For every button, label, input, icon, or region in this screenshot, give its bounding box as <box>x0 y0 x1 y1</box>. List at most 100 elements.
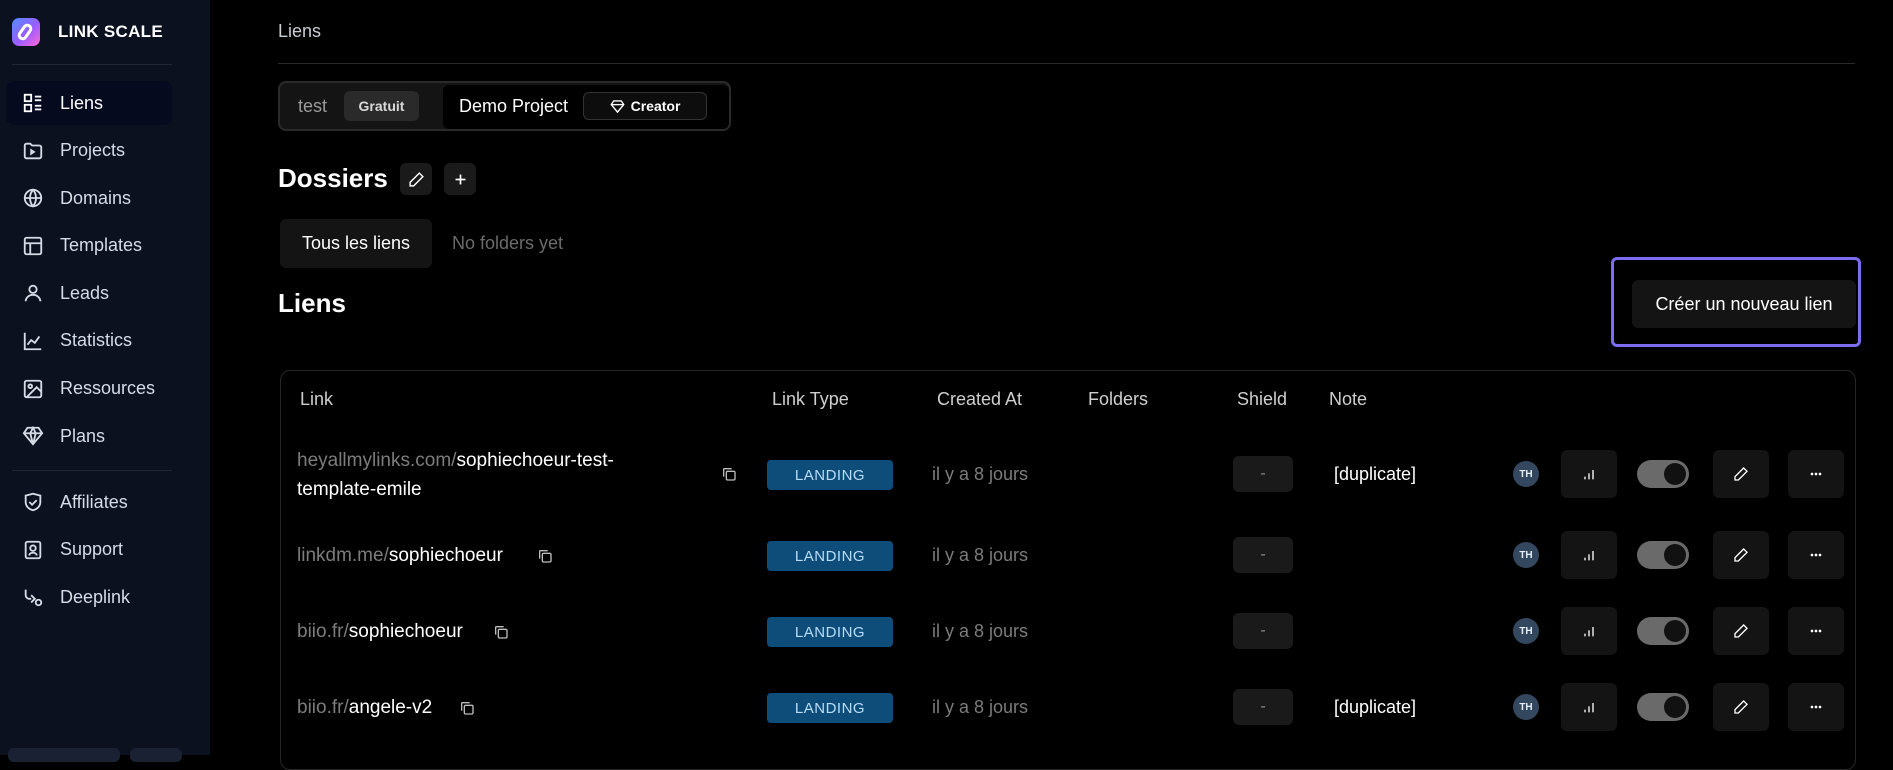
link-type-badge: LANDING <box>767 460 893 490</box>
tab-all-links[interactable]: Tous les liens <box>280 219 432 268</box>
diamond-icon <box>22 425 44 446</box>
avatar: TH <box>1513 542 1539 568</box>
shield-value: - <box>1233 613 1293 649</box>
sidebar-item-domains[interactable]: Domains <box>6 176 172 220</box>
sidebar-item-label: Liens <box>60 92 104 113</box>
project-demo[interactable]: Demo Project Creator <box>443 85 729 129</box>
link-url[interactable]: linkdm.me/sophiechoeur <box>297 541 503 570</box>
link-domain: heyallmylinks.com/ <box>297 450 457 471</box>
link-type-badge: LANDING <box>767 541 893 571</box>
sidebar-item-label: Projects <box>60 140 126 161</box>
project-switcher: test Gratuit Demo Project Creator <box>278 81 731 131</box>
sidebar-item-label: Templates <box>60 235 143 256</box>
header-divider <box>278 63 1855 64</box>
shield-value: - <box>1233 689 1293 725</box>
project-test[interactable]: test <box>298 96 327 117</box>
edit-link-button[interactable] <box>1713 607 1769 655</box>
copy-icon[interactable] <box>459 700 475 716</box>
column-header-link-type: Link Type <box>772 389 849 409</box>
active-toggle[interactable] <box>1637 460 1689 488</box>
sidebar-item-leads[interactable]: Leads <box>6 271 172 315</box>
table-row[interactable]: biio.fr/sophiechoeur LANDING il y a 8 jo… <box>281 593 1855 669</box>
avatar: TH <box>1513 461 1539 487</box>
add-folder-button[interactable] <box>444 163 476 195</box>
pencil-icon <box>408 171 424 187</box>
link-url[interactable]: biio.fr/sophiechoeur <box>297 617 463 646</box>
column-header-created-at: Created At <box>937 389 1023 409</box>
pencil-icon <box>1734 548 1748 562</box>
toggle-knob <box>1664 696 1686 718</box>
sidebar-item-label: Plans <box>60 425 106 446</box>
active-toggle[interactable] <box>1637 541 1689 569</box>
diamond-icon <box>609 99 625 113</box>
more-options-button[interactable] <box>1788 683 1844 731</box>
created-at: il y a 8 jours <box>932 697 1029 717</box>
sidebar-item-label: Domains <box>60 187 132 208</box>
note-text: [duplicate] <box>1334 464 1417 484</box>
shield-value: - <box>1233 456 1293 492</box>
sidebar-item-plans[interactable]: Plans <box>6 414 172 458</box>
toggle-knob <box>1664 544 1686 566</box>
sidebar-item-label: Leads <box>60 282 110 303</box>
bar-chart-icon <box>1584 703 1594 713</box>
no-folders-text: No folders yet <box>452 233 564 253</box>
created-at: il y a 8 jours <box>932 621 1029 641</box>
table-row[interactable]: heyallmylinks.com/sophiechoeur-test- tem… <box>281 436 1855 512</box>
toggle-knob <box>1664 463 1686 485</box>
image-icon <box>23 379 43 398</box>
pencil-icon <box>1734 624 1748 638</box>
link-domain: linkdm.me/ <box>297 545 389 566</box>
more-dots-icon <box>1810 472 1822 476</box>
stats-button[interactable] <box>1561 607 1617 655</box>
edit-link-button[interactable] <box>1713 683 1769 731</box>
link-path: sophiechoeur-test- <box>456 450 614 471</box>
copy-icon[interactable] <box>721 466 737 482</box>
breadcrumb: Liens <box>278 21 322 41</box>
sidebar-item-support[interactable]: Support <box>6 528 172 572</box>
column-header-folders: Folders <box>1088 389 1149 409</box>
edit-link-button[interactable] <box>1713 531 1769 579</box>
bar-chart-icon <box>1584 470 1594 480</box>
more-options-button[interactable] <box>1788 450 1844 498</box>
more-options-button[interactable] <box>1788 607 1844 655</box>
sidebar-item-deeplink[interactable]: Deeplink <box>6 575 172 619</box>
project-demo-name: Demo Project <box>459 96 569 116</box>
sidebar-item-ressources[interactable]: Ressources <box>6 367 172 411</box>
avatar: TH <box>1513 618 1539 644</box>
more-options-button[interactable] <box>1788 531 1844 579</box>
sidebar-divider <box>12 64 172 65</box>
copy-icon[interactable] <box>493 624 509 640</box>
brand-logo-icon <box>12 18 40 46</box>
bar-chart-icon <box>1584 627 1594 637</box>
edit-folders-button[interactable] <box>400 163 432 195</box>
sidebar-item-label: Support <box>60 539 124 560</box>
sidebar-item-statistics[interactable]: Statistics <box>6 319 172 363</box>
plus-icon <box>455 174 465 184</box>
stats-button[interactable] <box>1561 450 1617 498</box>
sidebar-item-projects[interactable]: Projects <box>6 129 172 173</box>
column-header-shield: Shield <box>1237 389 1288 409</box>
link-url[interactable]: biio.fr/angele-v2 <box>297 693 432 722</box>
link-path: angele-v2 <box>348 697 433 718</box>
brand-name: LINK SCALE <box>58 22 163 41</box>
table-row[interactable]: biio.fr/angele-v2 LANDING il y a 8 jours… <box>281 669 1855 745</box>
create-link-button[interactable]: Créer un nouveau lien <box>1632 280 1856 328</box>
active-toggle[interactable] <box>1637 693 1689 721</box>
sidebar-footer-button[interactable] <box>8 748 120 762</box>
stats-button[interactable] <box>1561 531 1617 579</box>
stats-button[interactable] <box>1561 683 1617 731</box>
sidebar-item-affiliates[interactable]: Affiliates <box>6 480 172 524</box>
sidebar-item-templates[interactable]: Templates <box>6 224 172 268</box>
copy-icon[interactable] <box>537 548 553 564</box>
link-path: template-emile <box>297 479 422 500</box>
edit-link-button[interactable] <box>1713 450 1769 498</box>
sidebar-footer-button[interactable] <box>130 748 182 762</box>
table-row[interactable]: linkdm.me/sophiechoeur LANDING il y a 8 … <box>281 517 1855 593</box>
pencil-icon <box>1734 700 1748 714</box>
sidebar-item-liens[interactable]: Liens <box>6 81 172 125</box>
note-text: [duplicate] <box>1334 697 1417 717</box>
brand[interactable]: LINK SCALE <box>12 18 163 46</box>
active-toggle[interactable] <box>1637 617 1689 645</box>
link-path: sophiechoeur <box>348 621 463 642</box>
link-url[interactable]: heyallmylinks.com/sophiechoeur-test- tem… <box>297 446 614 504</box>
